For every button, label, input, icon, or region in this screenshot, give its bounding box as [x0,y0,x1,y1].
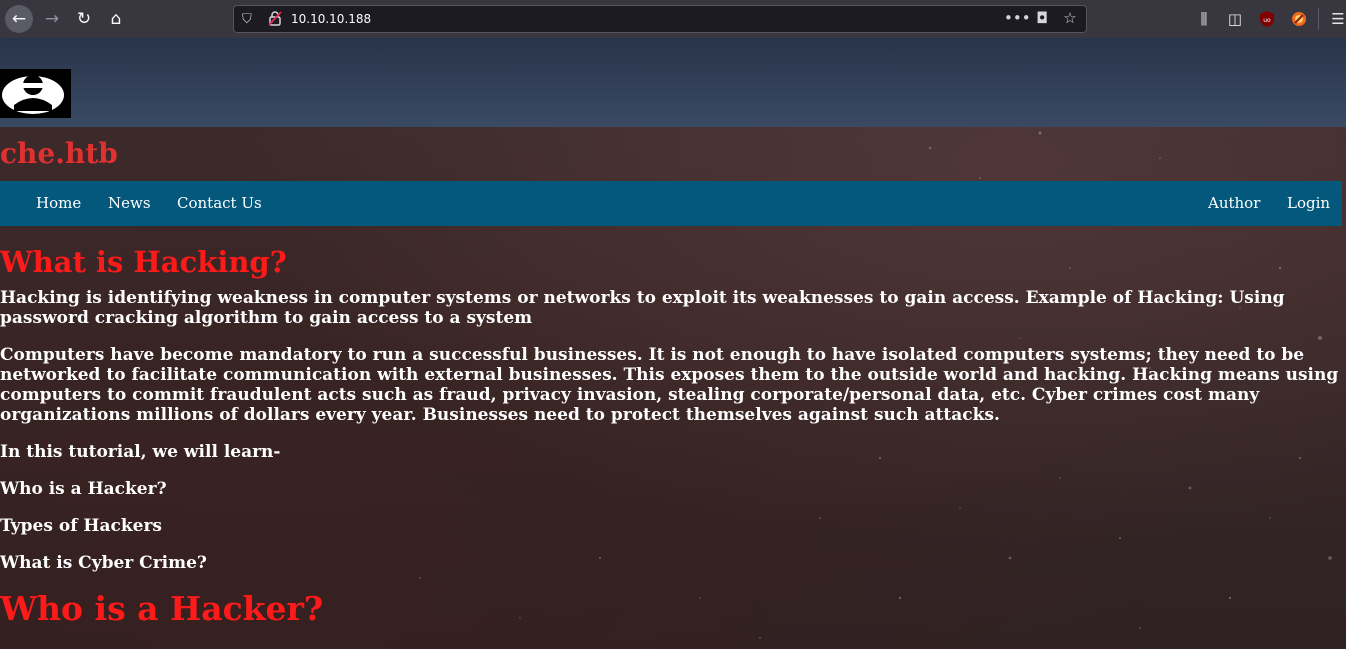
more-actions-icon[interactable]: ••• [1004,9,1031,27]
nav-contact-link[interactable]: Contact Us [177,194,262,212]
svg-text:uo: uo [1263,17,1271,24]
site-title[interactable]: che.htb [0,137,118,170]
arrow-left-icon[interactable]: ← [5,5,33,33]
nav-home-link[interactable]: Home [36,194,81,212]
address-bar[interactable]: ⛉ 10.10.10.188 ••• ◘ ☆ [233,5,1087,33]
reload-icon[interactable]: ↻ [70,5,98,33]
heading-who-is-hacker: Who is a Hacker? [0,589,324,628]
main-navbar: Home News Contact Us Author Login [0,181,1342,226]
arrow-right-icon[interactable]: → [38,5,66,33]
hamburger-menu-icon[interactable]: ☰ [1328,9,1346,29]
hacker-logo-icon [2,75,64,114]
nav-author-link[interactable]: Author [1208,194,1260,212]
extension-icon[interactable] [1289,9,1309,29]
topic-who-is-hacker: Who is a Hacker? [0,479,167,499]
topic-types-of-hackers: Types of Hackers [0,516,162,536]
paragraph-intro: Hacking is identifying weakness in compu… [0,288,1285,328]
url-text[interactable]: 10.10.10.188 [291,12,371,26]
url-actions: ••• ◘ ☆ [1004,9,1080,27]
library-icon[interactable]: ⫼ [1194,9,1214,29]
pocket-icon[interactable]: ◘ [1032,9,1052,27]
article-content: What is Hacking? Hacking is identifying … [0,243,1340,635]
heading-what-is-hacking: What is Hacking? [0,245,287,279]
extension-badge-icon [1292,12,1306,26]
web-page: che.htb Home News Contact Us Author Logi… [0,38,1346,649]
bookmark-star-icon[interactable]: ☆ [1060,9,1080,27]
ublock-origin-icon[interactable]: uo [1257,9,1277,29]
topic-cyber-crime: What is Cyber Crime? [0,553,207,573]
ublock-shield-icon: uo [1260,11,1274,27]
home-icon[interactable]: ⌂ [102,5,130,33]
sidebar-icon[interactable]: ◫ [1225,9,1245,29]
site-logo[interactable] [0,69,71,118]
nav-news-link[interactable]: News [108,194,151,212]
paragraph-computers: Computers have become mandatory to run a… [0,345,1339,425]
tracking-shield-icon[interactable]: ⛉ [242,12,252,27]
nav-login-link[interactable]: Login [1287,194,1330,212]
paragraph-tutorial: In this tutorial, we will learn- [0,442,281,462]
insecure-lock-icon[interactable] [268,11,282,26]
toolbar-separator [1318,8,1319,30]
browser-toolbar: ← → ↻ ⌂ ⛉ 10.10.10.188 ••• ◘ ☆ ⫼ ◫ uo ☰ [0,0,1346,38]
